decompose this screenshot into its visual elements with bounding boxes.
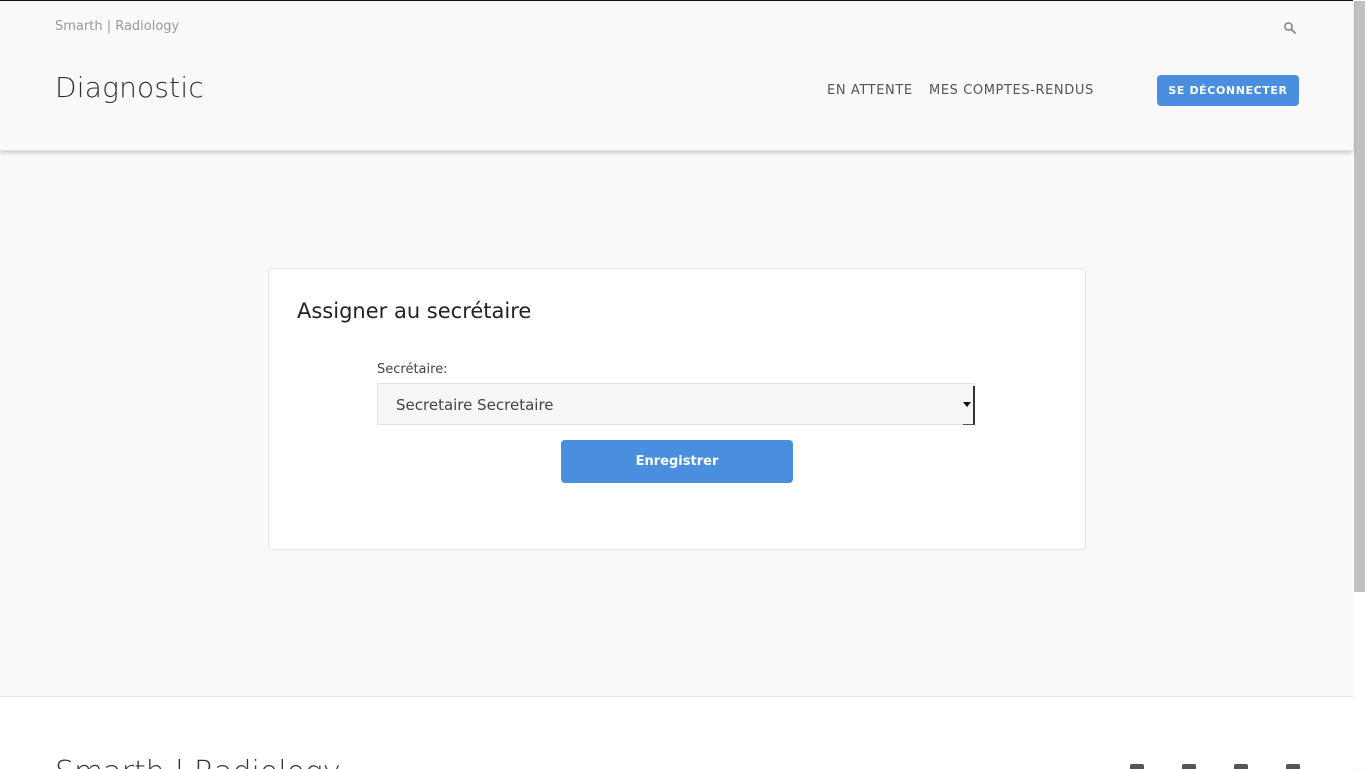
social-icon[interactable] — [1234, 764, 1248, 769]
search-icon[interactable] — [1283, 20, 1297, 34]
assign-secretary-card: Assigner au secrétaire Secrétaire: Secre… — [268, 268, 1086, 550]
save-button[interactable]: Enregistrer — [561, 440, 793, 483]
site-footer: Smarth | Radiology — [0, 696, 1353, 769]
page-title: Diagnostic — [55, 71, 204, 104]
page-scrollbar[interactable] — [1353, 0, 1366, 768]
social-icon[interactable] — [1130, 764, 1144, 769]
logout-button[interactable]: SE DÉCONNECTER — [1157, 75, 1299, 106]
brand-text: Smarth | Radiology — [55, 19, 180, 34]
secretary-select-value: Secretaire Secretaire — [396, 396, 554, 414]
footer-title: Smarth | Radiology — [55, 755, 341, 769]
social-icon[interactable] — [1286, 764, 1300, 769]
card-title: Assigner au secrétaire — [297, 299, 532, 323]
footer-social-icons — [1130, 763, 1338, 769]
nav-mes-comptes-rendus[interactable]: MES COMPTES-RENDUS — [929, 83, 1094, 98]
select-arrow-box — [963, 386, 975, 425]
social-icon[interactable] — [1182, 764, 1196, 769]
nav-en-attente[interactable]: EN ATTENTE — [827, 83, 913, 98]
chevron-down-icon — [963, 402, 971, 407]
secretary-select[interactable]: Secretaire Secretaire — [377, 383, 975, 425]
scrollbar-thumb[interactable] — [1354, 1, 1365, 592]
site-header: Smarth | Radiology Diagnostic EN ATTENTE… — [0, 1, 1353, 151]
secretary-label: Secrétaire: — [377, 362, 448, 377]
